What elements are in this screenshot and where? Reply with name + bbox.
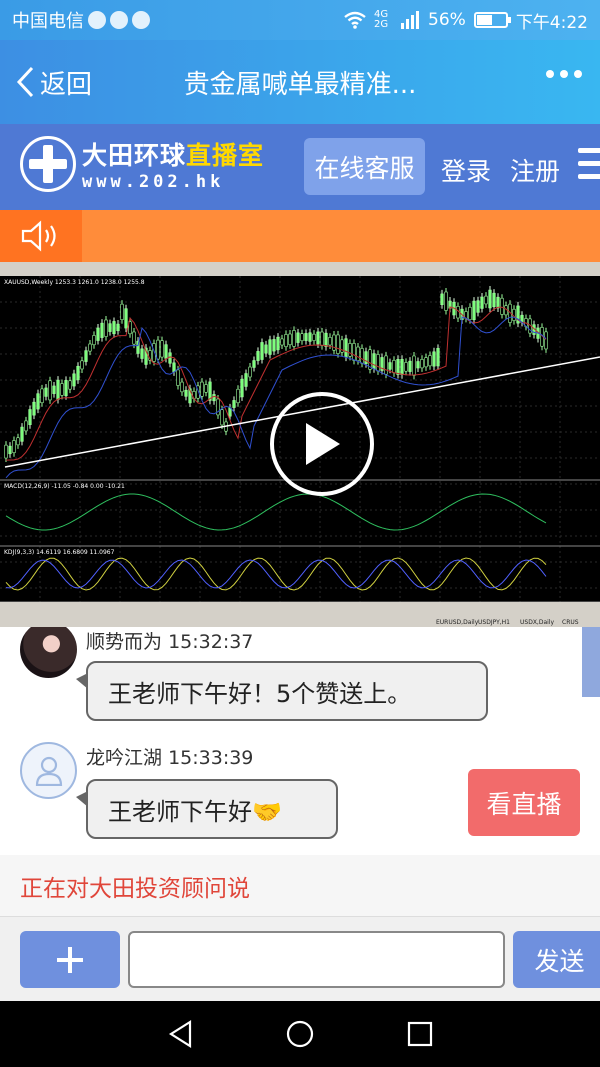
clock: 下午4:22 <box>515 12 588 33</box>
recents-square-icon[interactable] <box>400 1014 440 1054</box>
chart-title: XAUUSD,Weekly 1253.3 1261.0 1238.0 1255.… <box>4 279 145 286</box>
home-circle-icon[interactable] <box>280 1014 320 1054</box>
composer-bar: 发送 <box>0 917 600 1001</box>
back-triangle-icon[interactable] <box>160 1014 200 1054</box>
logo-url: www.202.hk <box>82 172 225 192</box>
default-avatar[interactable] <box>20 742 77 799</box>
back-button[interactable]: 返回 <box>0 64 92 101</box>
status-bar: 中国电信 4G 2G 56% 下午4:22 <box>0 0 600 40</box>
chart-tab-label: CRUS <box>562 619 579 626</box>
plus-icon <box>57 946 83 973</box>
site-header: 大田环球直播室 www.202.hk 在线客服 登录 注册 <box>0 124 600 210</box>
network-type: 4G 2G <box>374 9 389 30</box>
logo-emblem-icon <box>20 136 76 192</box>
search-app-icon <box>132 11 150 29</box>
chat-scrollbar[interactable] <box>582 627 600 697</box>
chart-tab-label: USDX,Daily <box>520 619 554 626</box>
page-title: 贵金属喊单最精准... <box>183 69 417 100</box>
message-input[interactable] <box>128 931 505 988</box>
message-user: 龙吟江湖 <box>86 747 163 769</box>
talk-target-label: 正在对大田投资顾问说 <box>0 855 600 917</box>
send-button[interactable]: 发送 <box>513 931 600 988</box>
chevron-left-icon <box>16 66 34 98</box>
message-user: 顺势而为 <box>86 631 163 653</box>
dot-icon <box>560 70 568 78</box>
back-label: 返回 <box>40 69 93 100</box>
battery-percent: 56% <box>428 10 466 30</box>
play-button[interactable] <box>270 392 374 496</box>
dot-icon <box>546 70 554 78</box>
play-icon <box>306 423 340 465</box>
dot-icon <box>574 70 582 78</box>
watch-live-button[interactable]: 看直播 <box>468 769 580 836</box>
message-time: 15:33:39 <box>168 747 254 769</box>
carrier-label: 中国电信 <box>12 11 84 32</box>
add-attachment-button[interactable] <box>20 931 120 988</box>
site-logo[interactable]: 大田环球直播室 www.202.hk <box>20 136 264 192</box>
chart-tab-label: EURUSD,Daily <box>436 619 479 626</box>
system-navigation-bar <box>0 1001 600 1067</box>
logo-name: 大田环球 <box>82 141 187 170</box>
macd-label: MACD(12,26,9) -11.05 -0.84 0.00 -10.21 <box>4 483 125 490</box>
message-time: 15:32:37 <box>168 631 254 653</box>
chat-list[interactable]: 顺势而为 15:32:37 王老师下午好！5个赞送上。 龙吟江湖 15:33:3… <box>0 627 600 855</box>
signal-icon <box>401 11 420 29</box>
hamburger-menu-icon[interactable] <box>578 148 600 188</box>
avatar[interactable] <box>20 627 77 678</box>
app-notification-icon <box>110 11 128 29</box>
battery-icon <box>473 12 511 28</box>
message-bubble: 王老师下午好！5个赞送上。 <box>76 661 488 721</box>
logo-highlight: 直播室 <box>186 141 265 170</box>
more-options-button[interactable] <box>546 70 582 78</box>
live-video-player[interactable]: XAUUSD,Weekly 1253.3 1261.0 1238.0 1255.… <box>0 262 600 627</box>
register-link[interactable]: 注册 <box>510 152 560 188</box>
user-icon <box>35 756 62 786</box>
kdj-label: KDJ(9,3,3) 14.6119 16.6809 11.0967 <box>4 549 115 556</box>
login-link[interactable]: 登录 <box>441 152 491 188</box>
app-nav-bar: 返回 贵金属喊单最精准... <box>0 40 600 124</box>
wifi-icon <box>344 11 366 29</box>
message-bubble: 王老师下午好🤝 <box>76 779 338 839</box>
app-notification-icon <box>88 11 106 29</box>
speaker-icon[interactable] <box>0 210 82 262</box>
chart-tab-label: USDJPY,H1 <box>478 619 510 626</box>
online-service-button[interactable]: 在线客服 <box>304 138 425 195</box>
announcement-bar <box>0 210 600 262</box>
